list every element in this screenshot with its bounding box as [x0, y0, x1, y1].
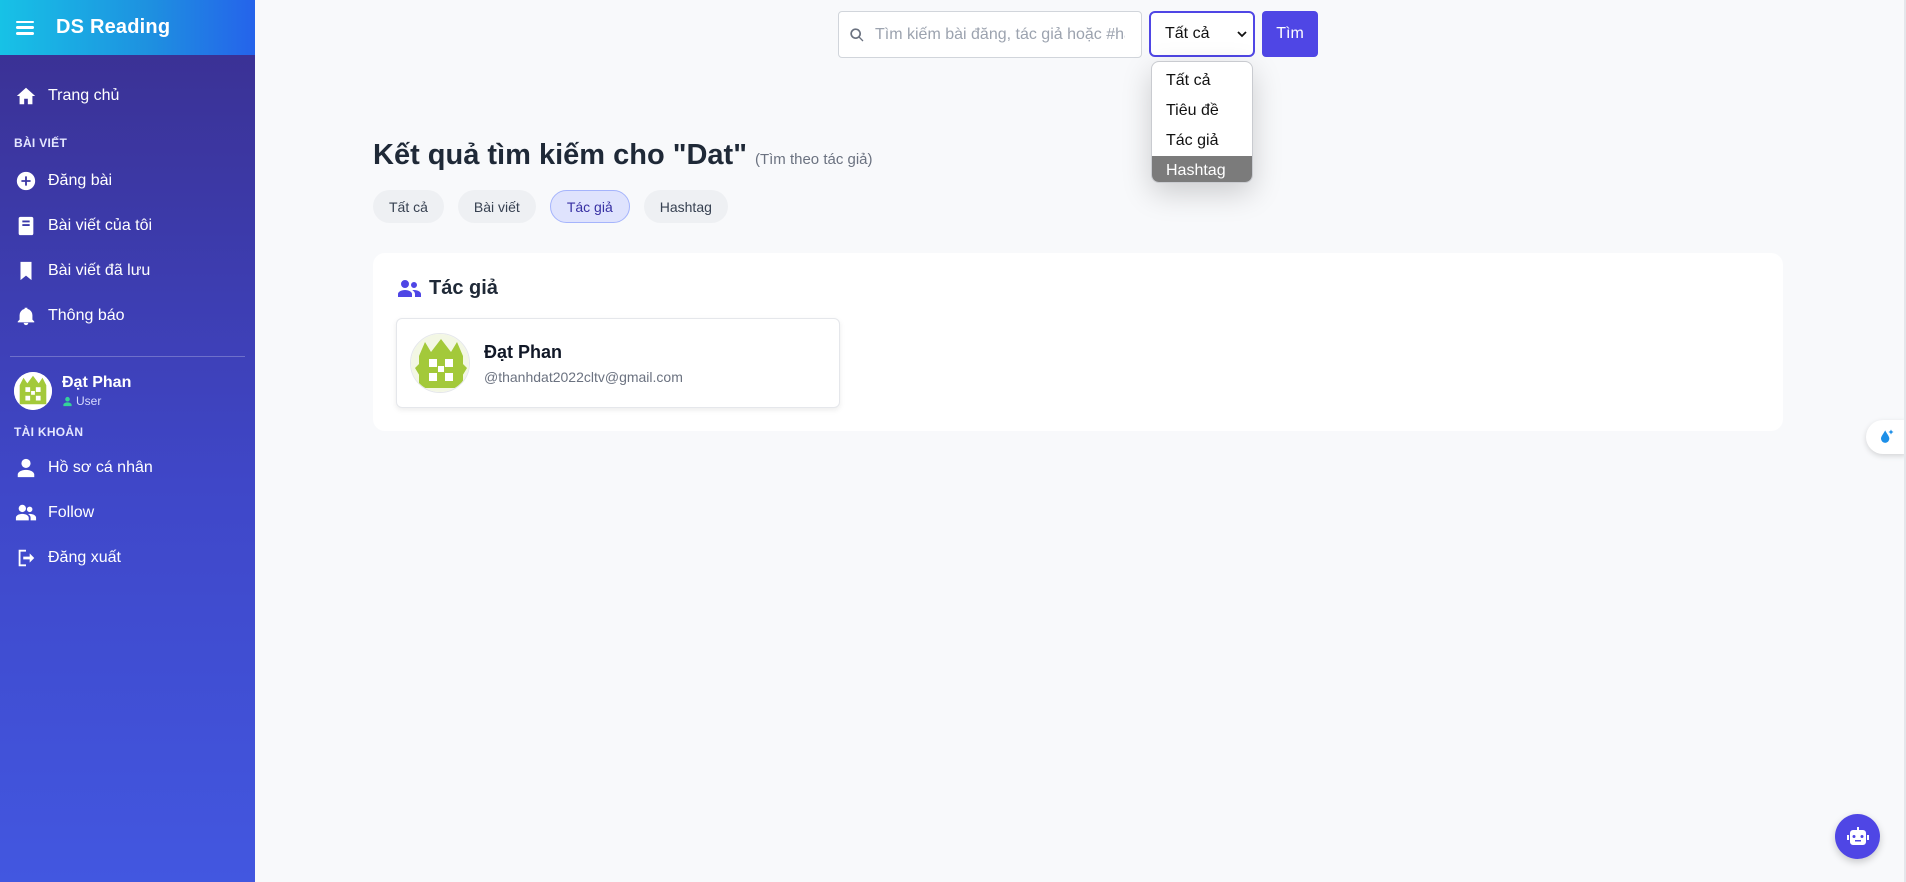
- users-icon: [398, 279, 421, 297]
- brand-bar: DS Reading: [0, 0, 255, 55]
- dropdown-option-title[interactable]: Tiêu đề: [1152, 96, 1252, 126]
- side-extension-widget[interactable]: [1866, 420, 1906, 454]
- section-title: Tác giả: [429, 277, 498, 299]
- robot-icon: [1846, 826, 1869, 845]
- select-value: Tất cả: [1165, 25, 1210, 42]
- sidebar-item-label: Thông báo: [48, 306, 125, 324]
- authors-results-card: Tác giả Đạt Phan @thanhdat2022cltv@gmail…: [373, 253, 1783, 431]
- search-type-dropdown: Tất cả Tiêu đề Tác giả Hashtag: [1151, 61, 1253, 183]
- dropdown-option-hashtag[interactable]: Hashtag: [1152, 156, 1252, 182]
- author-email: @thanhdat2022cltv@gmail.com: [484, 368, 683, 385]
- sidebar-item-follow[interactable]: Follow: [0, 490, 255, 535]
- filter-tab-hashtag[interactable]: Hashtag: [643, 190, 728, 223]
- sidebar-item-create-post[interactable]: Đăng bài: [0, 158, 255, 203]
- user-icon: [14, 456, 38, 480]
- author-result-item[interactable]: Đạt Phan @thanhdat2022cltv@gmail.com: [396, 318, 840, 408]
- sidebar-user-profile[interactable]: Đạt Phan User: [0, 361, 255, 421]
- book-icon: [14, 214, 38, 238]
- app-title: DS Reading: [56, 16, 171, 38]
- sidebar-item-label: Đăng bài: [48, 171, 113, 189]
- search-box: [838, 11, 1142, 58]
- section-label-posts: BÀI VIẾT: [14, 136, 68, 150]
- bookmark-icon: [14, 259, 38, 283]
- home-icon: [14, 84, 38, 108]
- authors-section-header: Tác giả: [397, 277, 498, 300]
- hamburger-menu-icon[interactable]: [16, 20, 34, 35]
- filter-tab-all[interactable]: Tất cả: [373, 190, 444, 223]
- results-header: Kết quả tìm kiếm cho "Dat" (Tìm theo tác…: [373, 139, 873, 172]
- avatar: [410, 333, 470, 393]
- sidebar-item-label: Hồ sơ cá nhân: [48, 458, 153, 476]
- user-role-label: User: [76, 394, 102, 408]
- sidebar-item-label: Trang chủ: [48, 86, 120, 104]
- chevron-down-icon: [1237, 31, 1247, 38]
- plus-circle-icon: [14, 169, 38, 193]
- sidebar-item-profile[interactable]: Hồ sơ cá nhân: [0, 445, 255, 490]
- sidebar-item-notifications[interactable]: Thông báo: [0, 293, 255, 338]
- dropdown-option-author[interactable]: Tác giả: [1152, 126, 1252, 156]
- sidebar-item-label: Follow: [48, 503, 95, 521]
- user-role: User: [62, 394, 131, 408]
- sidebar-item-label: Đăng xuất: [48, 548, 121, 566]
- page-title: Kết quả tìm kiếm cho "Dat": [373, 139, 747, 171]
- filter-tab-authors[interactable]: Tác giả: [549, 190, 630, 223]
- user-icon: [63, 396, 72, 406]
- users-icon: [14, 501, 38, 525]
- sidebar-item-label: Bài viết của tôi: [48, 216, 153, 234]
- search-icon: [850, 27, 864, 41]
- bell-icon: [14, 304, 38, 328]
- sidebar-item-logout[interactable]: Đăng xuất: [0, 535, 255, 580]
- sidebar: DS Reading Trang chủ BÀI VIẾT Đăng bài B…: [0, 0, 255, 882]
- droplet-icon: [1881, 429, 1894, 443]
- search-input[interactable]: [875, 25, 1125, 44]
- author-name: Đạt Phan: [484, 341, 563, 362]
- user-name: Đạt Phan: [62, 374, 132, 391]
- dropdown-option-all[interactable]: Tất cả: [1152, 66, 1252, 96]
- search-type-select[interactable]: Tất cả: [1149, 11, 1255, 57]
- chatbot-button[interactable]: [1835, 814, 1880, 859]
- page-subtitle: (Tìm theo tác giả): [754, 151, 873, 168]
- sidebar-item-home[interactable]: Trang chủ: [0, 73, 255, 118]
- sidebar-item-label: Bài viết đã lưu: [48, 261, 151, 279]
- section-label-account: TÀI KHOẢN: [14, 425, 84, 439]
- sidebar-item-saved-posts[interactable]: Bài viết đã lưu: [0, 248, 255, 293]
- filter-tab-posts[interactable]: Bài viết: [457, 190, 536, 223]
- filter-tabs: Tất cả Bài viết Tác giả Hashtag: [373, 190, 742, 223]
- sidebar-item-my-posts[interactable]: Bài viết của tôi: [0, 203, 255, 248]
- search-button[interactable]: Tìm: [1262, 11, 1318, 57]
- avatar: [14, 372, 52, 410]
- logout-icon: [14, 546, 38, 570]
